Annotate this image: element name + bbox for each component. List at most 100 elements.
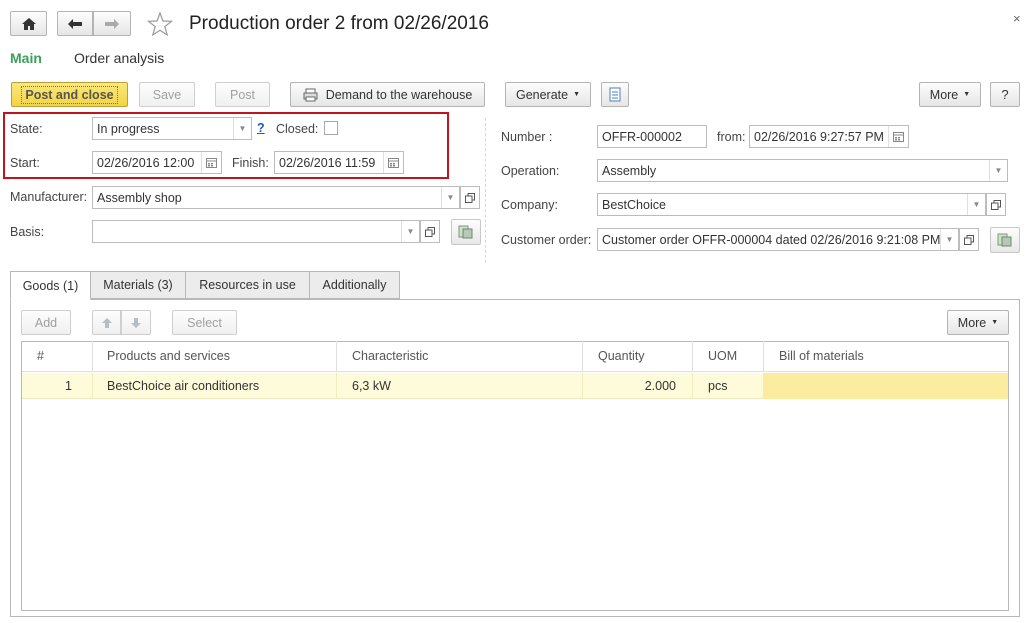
- open-window-icon: [991, 199, 1001, 210]
- cell-characteristic: 6,3 kW: [346, 373, 583, 399]
- cell-number: 1: [22, 373, 93, 399]
- tab-materials[interactable]: Materials (3): [90, 271, 186, 299]
- manufacturer-value: Assembly shop: [97, 190, 182, 205]
- calendar-icon[interactable]: [383, 152, 403, 173]
- finish-value: 02/26/2016 11:59: [279, 155, 376, 170]
- select-button[interactable]: Select: [172, 310, 237, 335]
- demand-to-warehouse-button[interactable]: Demand to the warehouse: [290, 82, 485, 107]
- company-value: BestChoice: [602, 197, 666, 212]
- arrow-up-icon: [101, 317, 112, 328]
- from-date-field[interactable]: 02/26/2016 9:27:57 PM: [749, 125, 909, 148]
- fill-document-icon: [458, 225, 473, 239]
- chevron-down-icon[interactable]: ▼: [401, 221, 419, 242]
- post-and-close-button[interactable]: Post and close: [11, 82, 128, 107]
- save-button[interactable]: Save: [139, 82, 195, 107]
- state-value: In progress: [97, 121, 160, 136]
- from-label: from:: [717, 130, 746, 144]
- post-button[interactable]: Post: [215, 82, 270, 107]
- cell-product: BestChoice air conditioners: [101, 373, 337, 399]
- home-button[interactable]: [10, 11, 47, 36]
- chevron-down-icon: ▼: [573, 91, 581, 98]
- add-button[interactable]: Add: [21, 310, 71, 335]
- help-button[interactable]: ?: [990, 82, 1020, 107]
- number-label: Number :: [501, 130, 553, 144]
- open-manufacturer-button[interactable]: [460, 186, 480, 209]
- forward-button[interactable]: [93, 11, 131, 36]
- closed-checkbox[interactable]: [324, 121, 338, 135]
- document-icon: [609, 87, 621, 102]
- cell-bill-of-materials[interactable]: [764, 373, 1008, 399]
- home-icon: [21, 17, 36, 30]
- arrow-right-icon: [105, 18, 119, 29]
- chevron-down-icon: ▼: [991, 319, 999, 326]
- post-and-close-label: Post and close: [21, 85, 118, 104]
- tab-additionally[interactable]: Additionally: [309, 271, 400, 299]
- state-label: State:: [10, 122, 43, 136]
- open-window-icon: [964, 234, 974, 245]
- start-date-field[interactable]: 02/26/2016 12:00: [92, 151, 222, 174]
- start-value: 02/26/2016 12:00: [97, 155, 195, 170]
- company-label: Company:: [501, 198, 558, 212]
- col-uom[interactable]: UOM: [702, 341, 764, 371]
- more-label: More: [957, 315, 987, 330]
- cell-uom: pcs: [702, 373, 764, 399]
- generate-label: Generate: [515, 87, 569, 102]
- calendar-icon[interactable]: [888, 126, 908, 147]
- number-field[interactable]: OFFR-000002: [597, 125, 707, 148]
- customer-order-select[interactable]: Customer order OFFR-000004 dated 02/26/2…: [597, 228, 959, 251]
- more-label: More: [929, 87, 959, 102]
- printer-icon: [303, 88, 318, 101]
- manufacturer-label: Manufacturer:: [10, 190, 88, 204]
- open-basis-button[interactable]: [420, 220, 440, 243]
- tab-goods[interactable]: Goods (1): [10, 271, 91, 300]
- state-select[interactable]: In progress ▼: [92, 117, 252, 140]
- chevron-down-icon[interactable]: ▼: [940, 229, 958, 250]
- chevron-down-icon: ▼: [963, 91, 971, 98]
- basis-select[interactable]: ▼: [92, 220, 420, 243]
- chevron-down-icon[interactable]: ▼: [967, 194, 985, 215]
- move-down-button[interactable]: [121, 310, 151, 335]
- col-quantity[interactable]: Quantity: [592, 341, 693, 371]
- fill-customer-order-button[interactable]: [990, 227, 1020, 253]
- table-more-button[interactable]: More ▼: [947, 310, 1009, 335]
- col-characteristic[interactable]: Characteristic: [346, 341, 583, 371]
- open-company-button[interactable]: [986, 193, 1006, 216]
- manufacturer-select[interactable]: Assembly shop ▼: [92, 186, 460, 209]
- closed-label: Closed:: [276, 122, 319, 136]
- open-customer-order-button[interactable]: [959, 228, 979, 251]
- tab-main[interactable]: Main: [10, 50, 42, 66]
- tab-order-analysis[interactable]: Order analysis: [74, 50, 164, 66]
- move-up-button[interactable]: [92, 310, 121, 335]
- table-header-divider: [22, 371, 1008, 372]
- open-window-icon: [465, 192, 475, 203]
- finish-date-field[interactable]: 02/26/2016 11:59: [274, 151, 404, 174]
- customer-order-label: Customer order:: [501, 233, 592, 247]
- fill-basis-button[interactable]: [451, 219, 481, 245]
- chevron-down-icon[interactable]: ▼: [233, 118, 251, 139]
- col-bill-of-materials[interactable]: Bill of materials: [773, 341, 1008, 371]
- calendar-icon[interactable]: [201, 152, 221, 173]
- arrow-left-icon: [68, 18, 82, 29]
- operation-label: Operation:: [501, 164, 560, 178]
- favorite-star-icon[interactable]: [146, 11, 174, 37]
- tab-resources-in-use[interactable]: Resources in use: [185, 271, 310, 299]
- column-divider: [485, 118, 486, 263]
- number-value: OFFR-000002: [602, 129, 682, 144]
- operation-select[interactable]: Assembly ▼: [597, 159, 1008, 182]
- col-number[interactable]: #: [31, 341, 93, 371]
- finish-label: Finish:: [232, 156, 269, 170]
- close-icon[interactable]: ×: [1013, 11, 1021, 26]
- company-select[interactable]: BestChoice ▼: [597, 193, 986, 216]
- back-button[interactable]: [57, 11, 93, 36]
- report-structure-button[interactable]: [601, 82, 629, 107]
- col-products[interactable]: Products and services: [101, 341, 337, 371]
- from-value: 02/26/2016 9:27:57 PM: [754, 129, 884, 144]
- state-help-link[interactable]: ?: [257, 121, 265, 135]
- chevron-down-icon[interactable]: ▼: [441, 187, 459, 208]
- more-button[interactable]: More ▼: [919, 82, 981, 107]
- chevron-down-icon[interactable]: ▼: [989, 160, 1007, 181]
- start-label: Start:: [10, 156, 40, 170]
- generate-button[interactable]: Generate ▼: [505, 82, 591, 107]
- page-title: Production order 2 from 02/26/2016: [189, 13, 489, 34]
- fill-document-icon: [997, 233, 1012, 247]
